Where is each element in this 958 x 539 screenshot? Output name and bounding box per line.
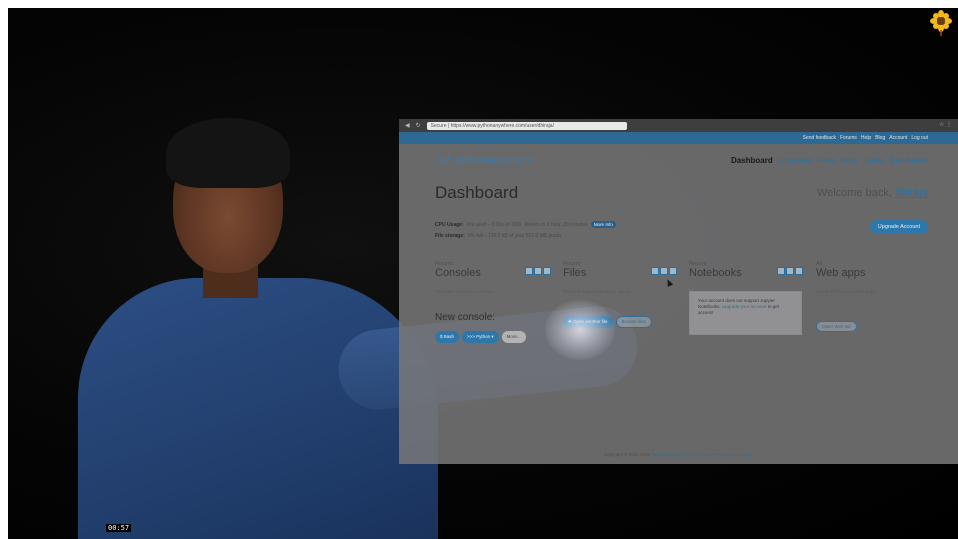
files-section: Recent Files /home/dhiraja/mysite/flask_… [563,261,631,294]
nav-tasks[interactable]: Tasks [863,156,883,165]
browse-files-button[interactable]: Browse files [615,316,652,328]
nav-web[interactable]: Web [841,156,857,165]
welcome-prefix: Welcome back, [816,187,892,199]
send-feedback-link[interactable]: Send feedback [803,135,836,141]
star-icon[interactable]: ☆ ⋮ [939,121,952,128]
cpu-usage-value: 0% used – 0.00s of 100s. Resets in 1 hou… [466,221,588,228]
back-arrow-icon[interactable]: ◀ [405,122,410,129]
more-info-button[interactable]: More Info [590,221,616,228]
copyright-text: Copyright © 2011-2018 [603,452,651,457]
list-view-icon[interactable] [534,267,542,275]
nav-files[interactable]: Files [818,156,835,165]
terms-link[interactable]: Terms [699,452,711,457]
list-view-icon[interactable] [660,267,668,275]
list-view-icon[interactable] [786,267,794,275]
pythonanywhere-logo[interactable]: pythonanywhere [435,154,534,166]
notebooks-view-toggle[interactable] [777,267,803,275]
notebooks-upgrade-notice: Your account does not support Jupyter No… [689,291,802,335]
upgrade-account-link[interactable]: Upgrade your account [722,304,766,309]
files-view-toggle[interactable] [651,267,677,275]
page-footer: Copyright © 2011-2018 PythonAnywhere LLP… [399,452,958,457]
consoles-heading: Consoles [435,267,481,279]
forums-link[interactable]: Forums [840,135,857,141]
file-storage-value: 0% full – 110.0 kB of your 512.0 MB quot… [467,233,562,239]
grid-view-icon[interactable] [525,267,533,275]
new-console-label: New console: [435,312,496,323]
more-consoles-button[interactable]: More... [501,331,526,343]
webapps-heading: Web apps [816,267,866,279]
new-console-buttons: $ Bash >>> Python ▾ More... [435,331,526,343]
nav-dashboard[interactable]: Dashboard [731,156,773,165]
presenter-hair [166,118,290,188]
main-nav: Dashboard Consoles Files Web Tasks Datab… [731,156,928,165]
video-frame: ◀ ↻ Secure | https://www.pythonanywhere.… [0,0,958,539]
webapps-section: All Web apps You don't have any web apps… [816,261,876,294]
sunflower-logo-icon [930,10,952,36]
footer-sep-2: – [712,452,716,457]
consoles-note: You have no recent consoles. [435,289,494,294]
recent-file-link[interactable]: /home/dhiraja/mysite/flask_app.py [563,289,631,294]
file-storage: File storage: 0% full – 110.0 kB of your… [435,233,561,239]
presenter-hand [545,300,615,360]
footer-sep-1: – [695,452,699,457]
nav-databases[interactable]: Databases [890,156,928,165]
upgrade-account-button[interactable]: Upgrade Account [869,220,928,234]
cpu-usage-label: CPU Usage: [435,221,464,228]
webapps-note: You don't have any web apps. [816,289,876,294]
logout-link[interactable]: Log out [911,135,928,141]
nav-consoles[interactable]: Consoles [779,156,812,165]
notebooks-heading: Notebooks [689,267,742,279]
grid-view-icon[interactable] [777,267,785,275]
blog-link[interactable]: Blog [875,135,885,141]
grid-view-icon[interactable] [651,267,659,275]
welcome-message: Welcome back, dhiraja [817,187,928,199]
open-web-tab-button[interactable]: Open Web tab [816,321,857,332]
file-storage-label: File storage: [435,233,465,239]
cpu-usage: CPU Usage: 0% used – 0.00s of 100s. Rese… [435,221,616,228]
username-link[interactable]: dhiraja [895,187,928,199]
page-title: Dashboard [435,183,519,202]
webapps-button-wrap: Open Web tab [816,315,857,333]
python-console-button[interactable]: >>> Python ▾ [462,331,499,343]
brand-name: pythonanywhere [456,154,534,166]
snake-logo-icon [436,155,451,164]
video-timestamp: 00:57 [106,524,132,532]
consoles-section: Recent Consoles You have no recent conso… [435,261,494,294]
tile-view-icon[interactable] [669,267,677,275]
privacy-link[interactable]: Privacy & Cookies [717,452,754,457]
browser-toolbar: ◀ ↻ Secure | https://www.pythonanywhere.… [399,119,958,132]
company-link[interactable]: PythonAnywhere LLP [651,452,694,457]
tile-view-icon[interactable] [795,267,803,275]
projected-browser: ◀ ↻ Secure | https://www.pythonanywhere.… [399,119,958,464]
notebooks-section: Recent Notebooks [689,261,742,279]
consoles-view-toggle[interactable] [525,267,551,275]
files-heading: Files [563,267,587,279]
reload-icon[interactable]: ↻ [416,122,421,129]
bash-console-button[interactable]: $ Bash [435,331,460,343]
account-link[interactable]: Account [889,135,907,141]
tile-view-icon[interactable] [543,267,551,275]
account-strip: Send feedback Forums Help Blog Account L… [399,132,958,144]
address-bar[interactable]: Secure | https://www.pythonanywhere.com/… [426,121,627,130]
account-links: Send feedback Forums Help Blog Account L… [803,135,928,141]
help-link[interactable]: Help [861,135,871,141]
